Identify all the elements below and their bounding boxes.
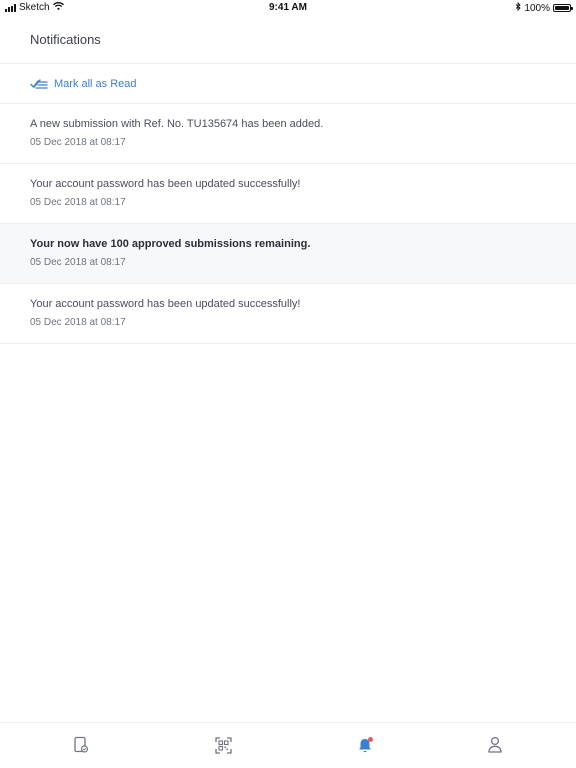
notification-badge <box>368 736 373 742</box>
status-right: 100% <box>515 1 573 14</box>
notification-time: 05 Dec 2018 at 08:17 <box>30 257 126 268</box>
status-time: 9:41 AM <box>269 2 307 13</box>
tab-profile[interactable] <box>486 736 504 754</box>
page-title: Notifications <box>30 32 101 47</box>
notification-item-unread[interactable]: Your now have 100 approved submissions r… <box>0 224 576 284</box>
notification-message: Your account password has been updated s… <box>30 178 301 190</box>
status-bar: Sketch 9:41 AM 100% <box>0 0 576 16</box>
header: Notifications <box>0 16 576 64</box>
notifications-screen: Sketch 9:41 AM 100% Notifications Mark a… <box>0 0 576 768</box>
notification-time: 05 Dec 2018 at 08:17 <box>30 137 126 148</box>
document-icon <box>73 736 89 754</box>
tab-scan[interactable] <box>214 736 232 754</box>
mark-read-icon <box>30 78 48 90</box>
mark-all-read-label: Mark all as Read <box>54 77 137 90</box>
notification-item[interactable]: A new submission with Ref. No. TU135674 … <box>0 104 576 164</box>
notification-item[interactable]: Your account password has been updated s… <box>0 164 576 224</box>
notification-list: A new submission with Ref. No. TU135674 … <box>0 104 576 344</box>
bluetooth-icon <box>515 1 522 14</box>
qr-scan-icon <box>214 736 232 754</box>
tab-bar <box>0 722 576 768</box>
notification-message: Your now have 100 approved submissions r… <box>30 238 311 250</box>
notification-time: 05 Dec 2018 at 08:17 <box>30 317 126 328</box>
tab-notifications[interactable] <box>356 736 374 754</box>
tab-documents[interactable] <box>72 736 90 754</box>
mark-all-read-button[interactable]: Mark all as Read <box>0 64 576 104</box>
battery-icon <box>553 4 573 12</box>
battery-percent: 100% <box>524 2 550 14</box>
notification-message: Your account password has been updated s… <box>30 298 301 310</box>
user-icon <box>487 736 503 754</box>
notification-item[interactable]: Your account password has been updated s… <box>0 284 576 344</box>
notification-message: A new submission with Ref. No. TU135674 … <box>30 118 324 130</box>
notification-time: 05 Dec 2018 at 08:17 <box>30 197 126 208</box>
bell-icon <box>357 736 373 754</box>
